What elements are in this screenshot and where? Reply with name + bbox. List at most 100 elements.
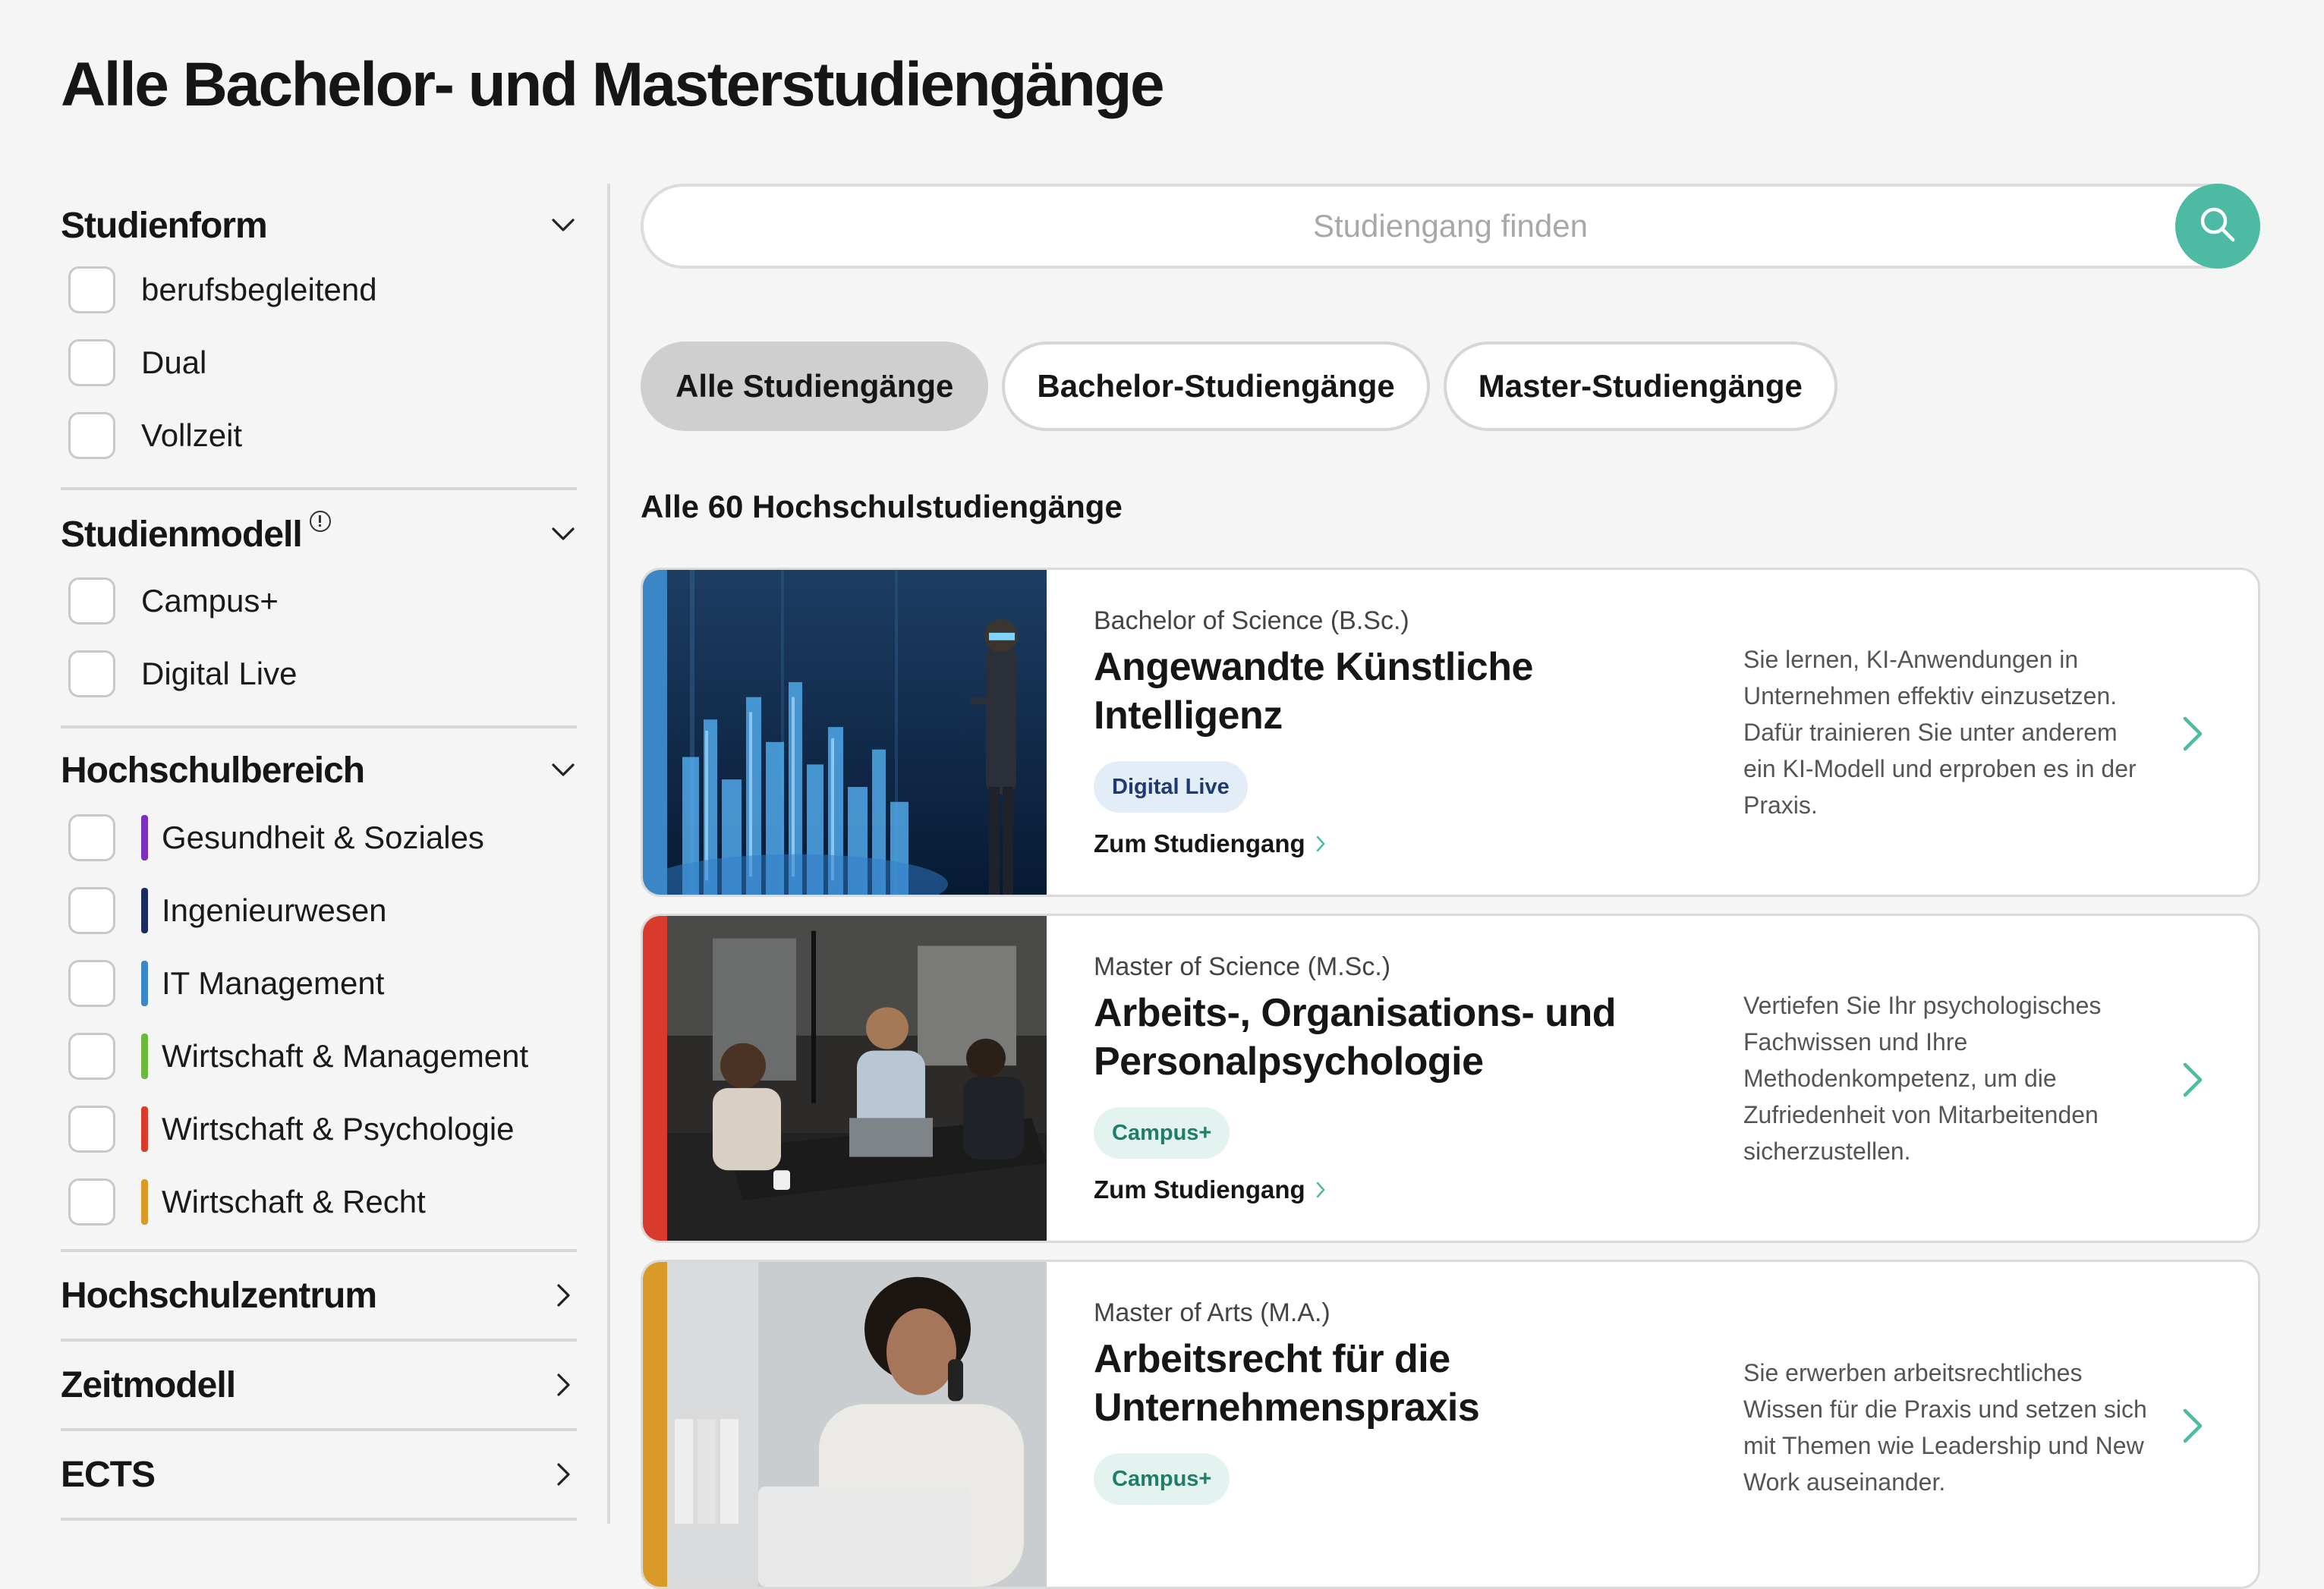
chevron-down-icon bbox=[550, 521, 577, 548]
chevron-right-icon[interactable] bbox=[2178, 711, 2208, 757]
checkbox[interactable] bbox=[68, 650, 115, 697]
info-icon[interactable] bbox=[309, 510, 331, 532]
results-count: Alle 60 Hochschulstudiengänge bbox=[641, 489, 1123, 524]
filter-hochschulbereich: Hochschulbereich Gesundheit & Soziales I… bbox=[61, 728, 577, 1252]
category-color-bar bbox=[141, 1034, 148, 1079]
course-degree: Master of Science (M.Sc.) bbox=[1094, 952, 1391, 981]
course-title: Arbeits-, Organisations- und Personalpsy… bbox=[1094, 991, 1617, 1084]
sidebar-divider bbox=[607, 184, 610, 1524]
course-link-label: Zum Studiengang bbox=[1094, 1175, 1305, 1204]
course-description: Vertiefen Sie Ihr psychologisches Fachwi… bbox=[1743, 992, 2102, 1165]
degree-tabs: Alle Studiengänge Bachelor-Studiengänge … bbox=[641, 341, 1837, 431]
filter-ects-header[interactable]: ECTS bbox=[61, 1431, 577, 1518]
course-link-label: Zum Studiengang bbox=[1094, 829, 1305, 857]
card-accent-bar bbox=[643, 1262, 669, 1587]
chevron-right-icon bbox=[1316, 829, 1325, 858]
course-link[interactable]: Zum Studiengang bbox=[1094, 829, 1325, 858]
filter-option-wirtschaft-psychologie[interactable]: Wirtschaft & Psychologie bbox=[61, 1093, 577, 1166]
category-color-bar bbox=[141, 888, 148, 933]
course-link[interactable]: Zum Studiengang bbox=[1094, 1175, 1325, 1204]
chevron-right-icon[interactable] bbox=[2178, 1057, 2208, 1103]
filter-zeitmodell: Zeitmodell bbox=[61, 1342, 577, 1431]
filter-title: Hochschulbereich bbox=[61, 750, 365, 791]
filter-option-it-management[interactable]: IT Management bbox=[61, 947, 577, 1020]
filter-option-label: Gesundheit & Soziales bbox=[162, 820, 484, 855]
page-title: Alle Bachelor- und Masterstudiengänge bbox=[61, 50, 1165, 119]
filter-option-dual[interactable]: Dual bbox=[61, 326, 577, 399]
filter-option-campus-plus[interactable]: Campus+ bbox=[61, 565, 577, 637]
filter-option-label: Vollzeit bbox=[141, 417, 243, 453]
checkbox[interactable] bbox=[68, 266, 115, 313]
filter-title-text: Studienmodell bbox=[61, 514, 303, 555]
filter-option-vollzeit[interactable]: Vollzeit bbox=[61, 399, 577, 472]
course-card[interactable]: Bachelor of Science (B.Sc.) Angewandte K… bbox=[641, 568, 2260, 897]
course-degree: Master of Arts (M.A.) bbox=[1094, 1298, 1330, 1327]
checkbox[interactable] bbox=[68, 412, 115, 459]
checkbox[interactable] bbox=[68, 1106, 115, 1153]
category-color-bar bbox=[141, 961, 148, 1006]
filter-option-label: Wirtschaft & Recht bbox=[162, 1184, 426, 1219]
course-card[interactable]: Master of Science (M.Sc.) Arbeits-, Orga… bbox=[641, 914, 2260, 1243]
checkbox[interactable] bbox=[68, 1178, 115, 1226]
filter-option-label: Ingenieurwesen bbox=[162, 892, 387, 928]
filter-option-label: Wirtschaft & Psychologie bbox=[162, 1111, 515, 1147]
filter-option-label: Dual bbox=[141, 345, 207, 380]
course-image-office-phone bbox=[667, 1262, 1047, 1587]
filter-ects: ECTS bbox=[61, 1431, 577, 1521]
card-accent-bar bbox=[643, 570, 669, 895]
course-description: Sie erwerben arbeitsrechtliches Wissen f… bbox=[1743, 1359, 2147, 1496]
checkbox[interactable] bbox=[68, 1033, 115, 1080]
course-description: Sie lernen, KI-Anwendungen in Unternehme… bbox=[1743, 646, 2137, 819]
filter-option-wirtschaft-management[interactable]: Wirtschaft & Management bbox=[61, 1020, 577, 1093]
checkbox[interactable] bbox=[68, 814, 115, 861]
filter-hochschulbereich-header[interactable]: Hochschulbereich bbox=[61, 728, 577, 812]
filter-zeitmodell-header[interactable]: Zeitmodell bbox=[61, 1342, 577, 1428]
filter-title: Studienmodell bbox=[61, 510, 331, 555]
filter-option-gesundheit-soziales[interactable]: Gesundheit & Soziales bbox=[61, 801, 577, 874]
checkbox[interactable] bbox=[68, 577, 115, 625]
filter-option-wirtschaft-recht[interactable]: Wirtschaft & Recht bbox=[61, 1166, 577, 1238]
filter-option-label: Wirtschaft & Management bbox=[162, 1038, 529, 1074]
checkbox[interactable] bbox=[68, 887, 115, 934]
search-bar bbox=[641, 184, 2260, 269]
filter-hochschulzentrum: Hochschulzentrum bbox=[61, 1252, 577, 1342]
study-model-badge: Digital Live bbox=[1094, 761, 1248, 813]
chevron-right-icon bbox=[550, 1371, 577, 1399]
filter-option-label: Campus+ bbox=[141, 583, 279, 618]
card-accent-bar bbox=[643, 916, 669, 1241]
tab-master-studiengaenge[interactable]: Master-Studiengänge bbox=[1443, 341, 1837, 431]
category-color-bar bbox=[141, 815, 148, 861]
filter-studienmodell: Studienmodell Campus+ Digital Live bbox=[61, 490, 577, 728]
course-card[interactable]: Master of Arts (M.A.) Arbeitsrecht für d… bbox=[641, 1260, 2260, 1589]
filter-option-digital-live[interactable]: Digital Live bbox=[61, 637, 577, 710]
checkbox[interactable] bbox=[68, 339, 115, 386]
filter-hochschulzentrum-header[interactable]: Hochschulzentrum bbox=[61, 1252, 577, 1339]
filter-title: Zeitmodell bbox=[61, 1364, 236, 1405]
filter-studienform: Studienform berufsbegleitend Dual Vollze… bbox=[61, 184, 577, 490]
study-model-badge: Campus+ bbox=[1094, 1107, 1230, 1159]
filter-sidebar: Studienform berufsbegleitend Dual Vollze… bbox=[61, 184, 577, 1521]
study-model-badge: Campus+ bbox=[1094, 1453, 1230, 1505]
chevron-right-icon bbox=[1316, 1175, 1325, 1204]
search-button[interactable] bbox=[2175, 184, 2260, 269]
filter-option-label: Digital Live bbox=[141, 656, 298, 691]
course-degree: Bachelor of Science (B.Sc.) bbox=[1094, 606, 1409, 635]
tab-alle-studiengaenge[interactable]: Alle Studiengänge bbox=[641, 341, 989, 431]
chevron-right-icon[interactable] bbox=[2178, 1403, 2208, 1449]
category-color-bar bbox=[141, 1179, 148, 1225]
category-color-bar bbox=[141, 1106, 148, 1152]
filter-option-ingenieurwesen[interactable]: Ingenieurwesen bbox=[61, 874, 577, 947]
course-image-ai-city bbox=[667, 570, 1047, 895]
search-input[interactable] bbox=[644, 187, 2257, 266]
chevron-right-icon bbox=[550, 1282, 577, 1309]
chevron-down-icon bbox=[550, 757, 577, 784]
course-title: Arbeitsrecht für die Unternehmenspraxis bbox=[1094, 1337, 1480, 1430]
filter-option-label: berufsbegleitend bbox=[141, 272, 377, 307]
chevron-down-icon bbox=[550, 212, 577, 239]
checkbox[interactable] bbox=[68, 960, 115, 1007]
course-title: Angewandte Künstliche Intelligenz bbox=[1094, 645, 1533, 738]
course-image-meeting bbox=[667, 916, 1047, 1241]
tab-bachelor-studiengaenge[interactable]: Bachelor-Studiengänge bbox=[1002, 341, 1430, 431]
search-icon bbox=[2198, 205, 2237, 248]
filter-option-berufsbegleitend[interactable]: berufsbegleitend bbox=[61, 253, 577, 326]
